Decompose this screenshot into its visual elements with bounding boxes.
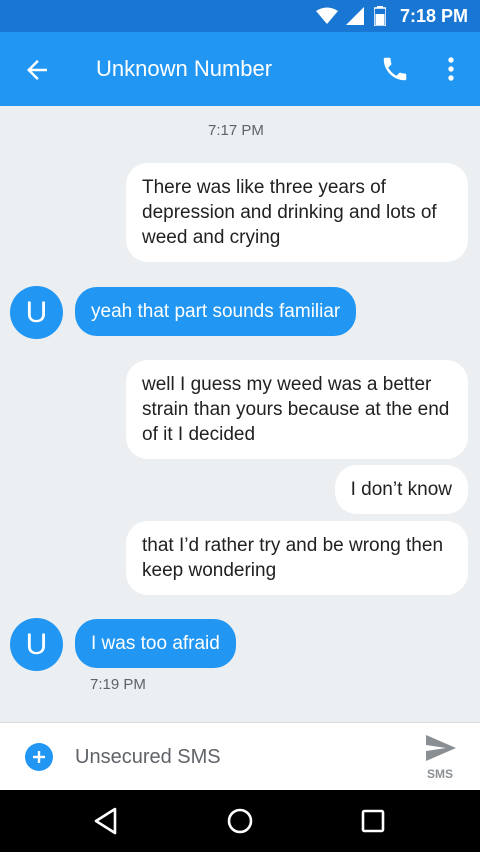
- compose-bar: SMS: [0, 722, 480, 791]
- send-icon: [426, 735, 456, 761]
- send-button[interactable]: SMS: [418, 731, 462, 785]
- status-bar: 7:18 PM: [0, 0, 480, 32]
- home-circle-icon[interactable]: [223, 804, 257, 838]
- recents-square-icon[interactable]: [356, 804, 390, 838]
- signal-icon: [345, 7, 364, 25]
- outgoing-message[interactable]: There was like three years of depression…: [126, 163, 468, 262]
- send-label: SMS: [426, 767, 453, 781]
- phone-icon[interactable]: [380, 54, 410, 84]
- message-input[interactable]: [75, 741, 395, 773]
- incoming-message[interactable]: yeah that part sounds familiar: [75, 287, 357, 336]
- more-vert-icon[interactable]: [438, 54, 464, 84]
- status-icons: 7:18 PM: [315, 0, 468, 32]
- outgoing-message[interactable]: that I’d rather try and be wrong then ke…: [126, 521, 468, 595]
- incoming-message[interactable]: I was too afraid: [75, 619, 236, 668]
- outgoing-message[interactable]: I don’t know: [334, 465, 468, 514]
- navigation-bar: [0, 790, 480, 852]
- add-attachment-button[interactable]: [25, 743, 53, 771]
- wifi-icon: [315, 7, 338, 24]
- back-triangle-icon[interactable]: [89, 804, 123, 838]
- status-time: 7:18 PM: [399, 5, 468, 26]
- battery-icon: [373, 6, 386, 26]
- add-icon: [33, 751, 45, 763]
- contact-avatar[interactable]: U: [10, 618, 63, 671]
- back-arrow-icon[interactable]: [22, 55, 52, 85]
- conversation-title: Unknown Number: [96, 56, 273, 81]
- contact-avatar[interactable]: U: [10, 286, 63, 339]
- message-timestamp: 7:19 PM: [90, 676, 146, 693]
- outgoing-message[interactable]: well I guess my weed was a better strain…: [126, 360, 468, 459]
- message-list: 7:17 PM There was like three years of de…: [0, 106, 480, 722]
- message-timestamp: 7:17 PM: [208, 122, 264, 139]
- app-bar: Unknown Number: [0, 32, 480, 106]
